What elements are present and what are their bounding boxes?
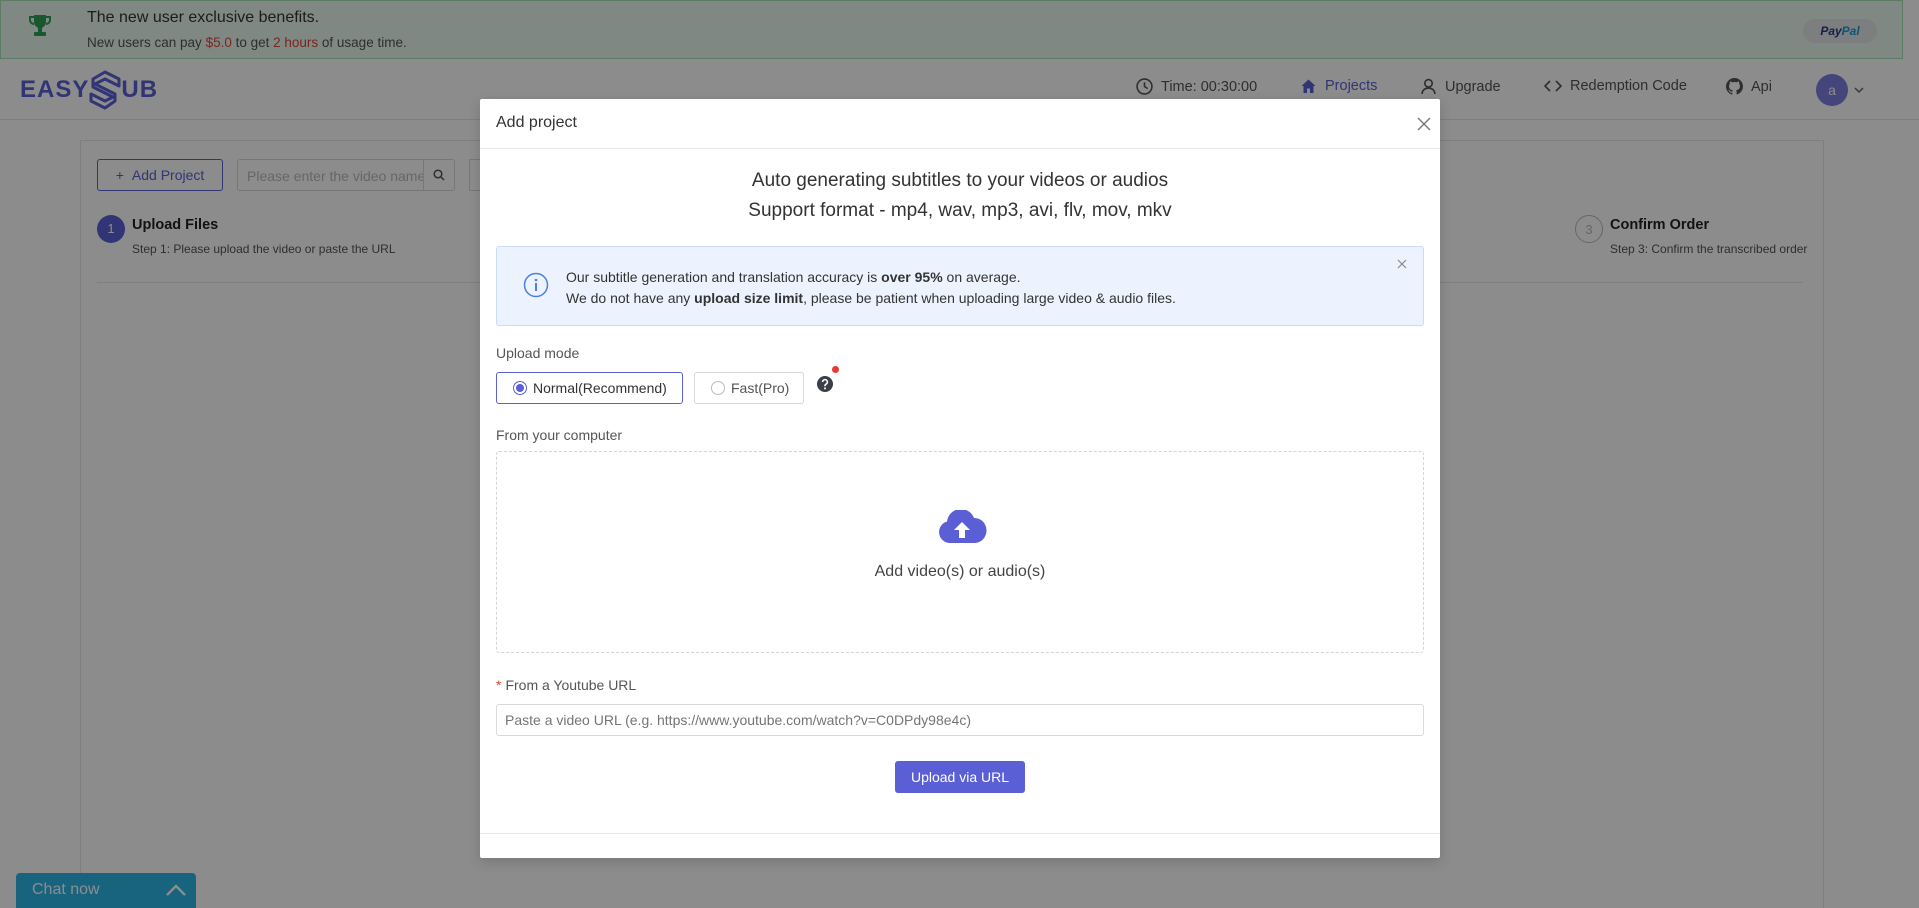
info-size-limit-text: We do not have any upload size limit, pl…	[566, 290, 1176, 306]
youtube-url-label: * From a Youtube URL	[496, 677, 637, 693]
radio-icon	[711, 381, 725, 395]
info-alert: Our subtitle generation and translation …	[496, 246, 1424, 326]
info-icon	[523, 272, 549, 298]
dialog-footer-divider	[480, 833, 1440, 834]
dropzone-label: Add video(s) or audio(s)	[874, 563, 1046, 580]
supported-formats: Support format - mp4, wav, mp3, avi, flv…	[748, 200, 1172, 221]
hero-headline: Auto generating subtitles to your videos…	[751, 170, 1169, 191]
add-project-dialog: Add project Auto generating subtitles to…	[480, 99, 1440, 858]
close-icon[interactable]	[1415, 115, 1433, 133]
from-computer-label: From your computer	[496, 427, 623, 443]
info-accuracy-text: Our subtitle generation and translation …	[566, 269, 1021, 285]
radio-icon	[513, 381, 527, 395]
mode-fast-radio[interactable]: Fast(Pro)	[694, 372, 804, 404]
dialog-title: Add project	[496, 114, 577, 131]
new-badge-dot	[832, 366, 839, 373]
upload-mode-label: Upload mode	[496, 345, 580, 361]
file-dropzone[interactable]: Add video(s) or audio(s)	[496, 451, 1424, 653]
help-icon[interactable]	[816, 375, 834, 393]
upload-via-url-button[interactable]: Upload via URL	[895, 761, 1025, 793]
dialog-header: Add project	[480, 99, 1440, 149]
cloud-upload-icon	[939, 510, 987, 543]
youtube-url-input[interactable]	[496, 704, 1424, 736]
close-icon[interactable]	[1396, 258, 1408, 270]
mode-normal-radio[interactable]: Normal(Recommend)	[496, 372, 683, 404]
